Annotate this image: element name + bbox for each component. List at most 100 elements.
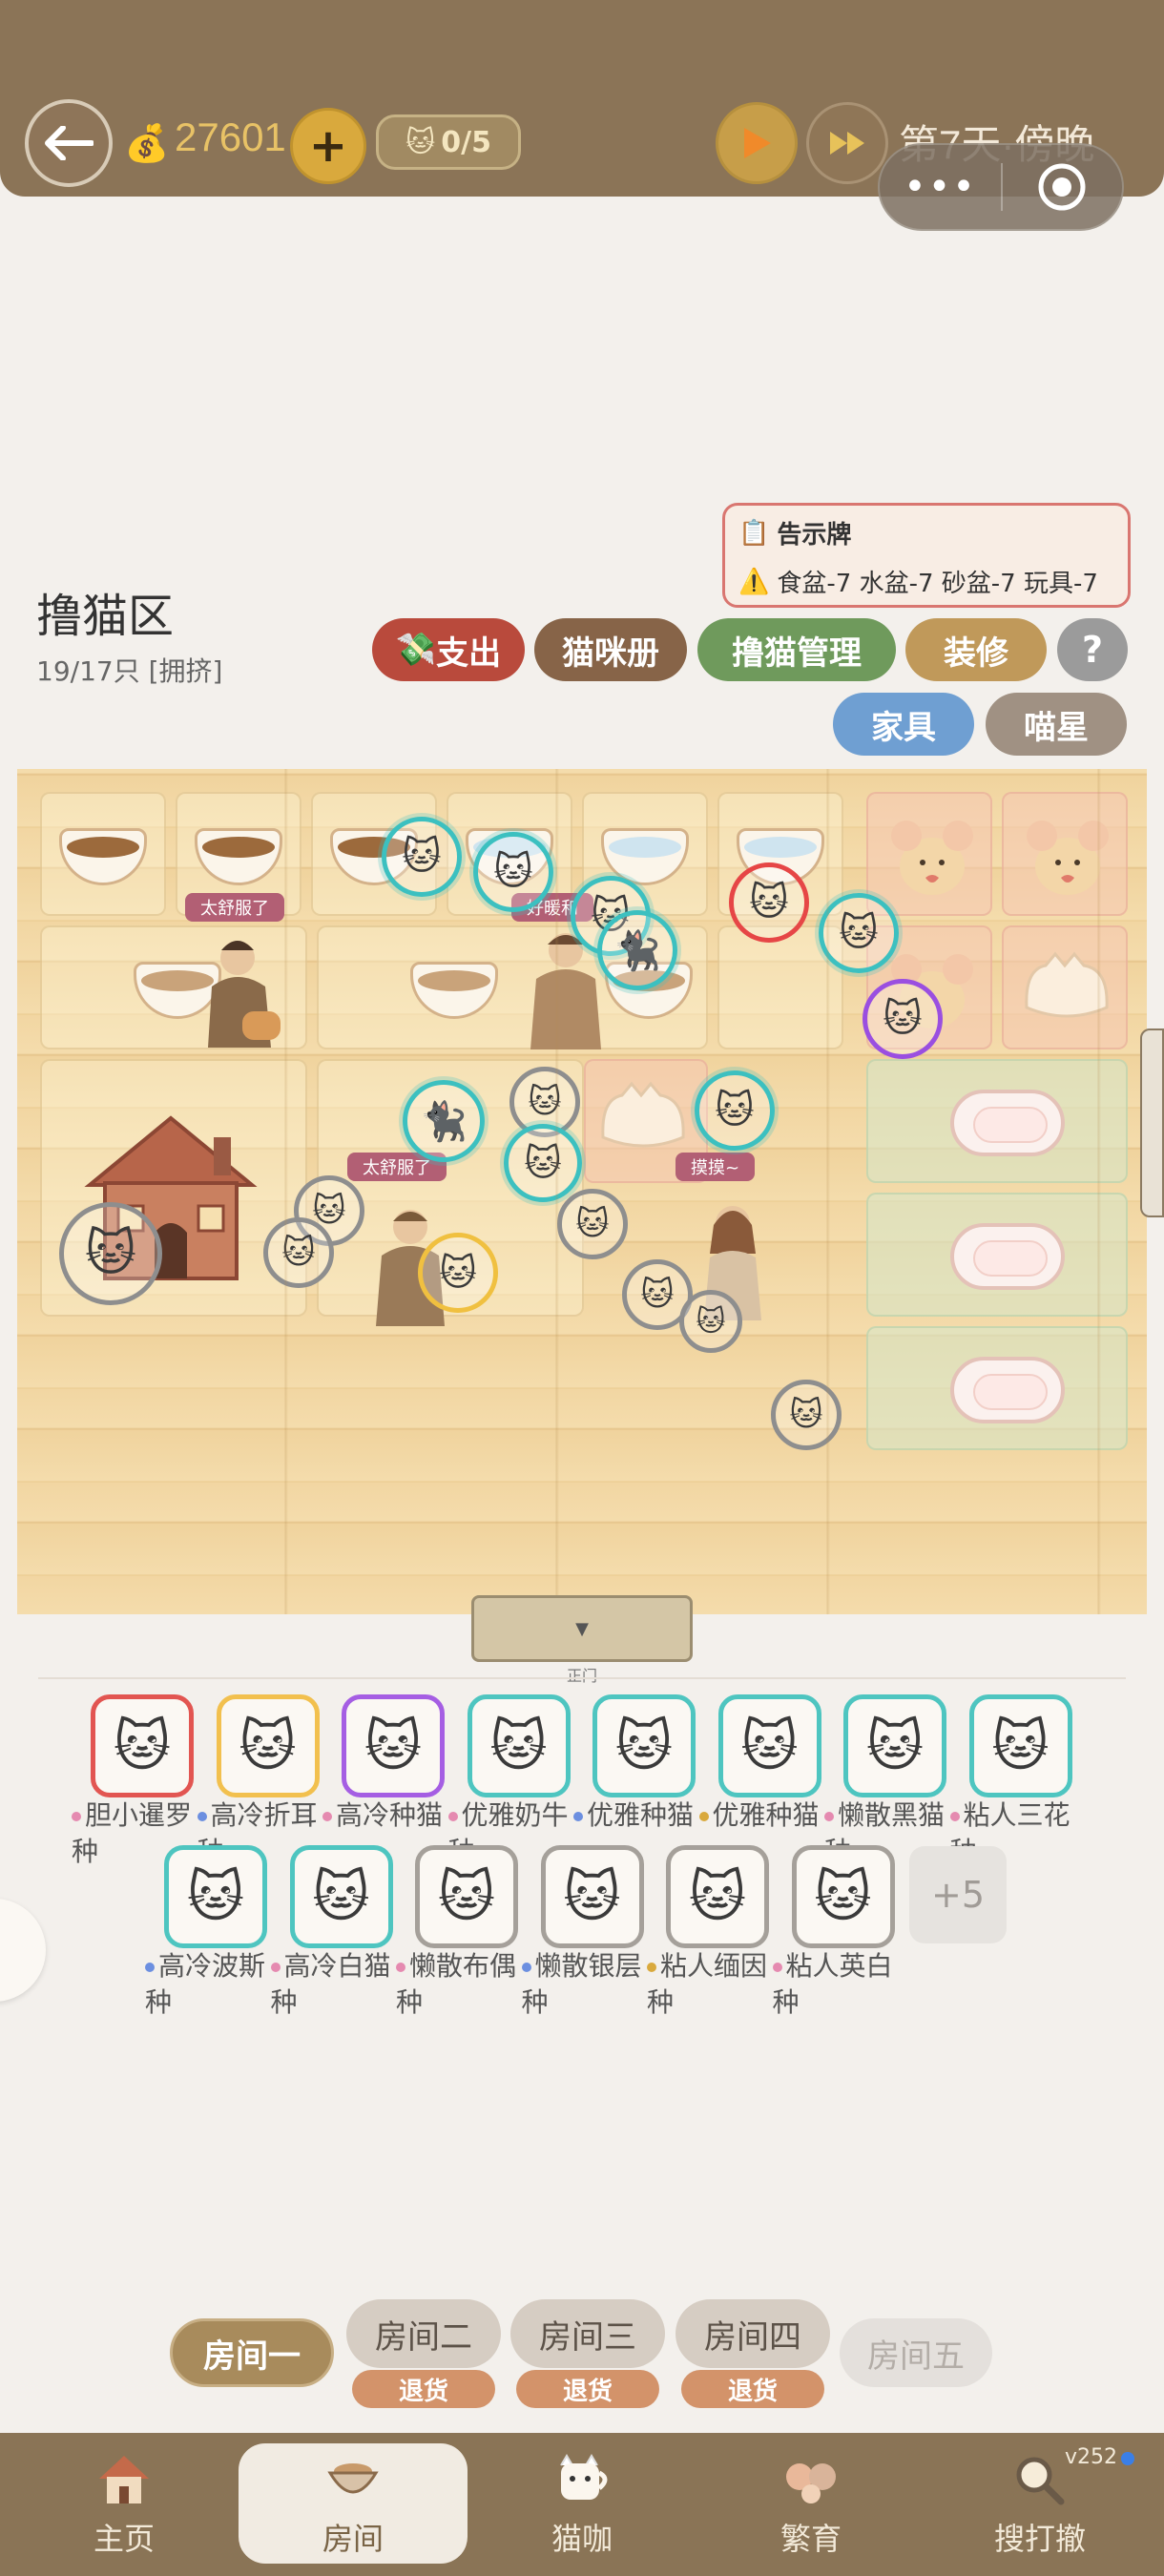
cat-card[interactable]: 🐱 [843,1694,946,1797]
water-bowl-tile[interactable] [447,792,572,916]
cat-token[interactable]: 🐈‍⬛ [403,1080,485,1162]
side-drawer-handle[interactable] [1140,1028,1164,1217]
cat-bed-tile[interactable] [1002,925,1128,1049]
expense-button[interactable]: 💸 支出 [372,618,525,681]
nav-search[interactable]: 搜打撤 [925,2433,1154,2576]
refund-button[interactable]: 退货 [352,2370,495,2408]
toy-tile[interactable] [866,792,992,916]
catbook-button[interactable]: 猫咪册 [534,618,687,681]
cat-token[interactable]: 🐱 [729,862,809,943]
cat-token[interactable]: 🐱 [504,1124,582,1202]
cat-card[interactable]: 🐱 [592,1694,696,1797]
cat-token[interactable]: 🐱 [571,876,651,956]
cat-token[interactable]: 🐈‍⬛ [597,910,677,990]
toy-tile[interactable] [866,925,992,1049]
food-bowl-tile[interactable] [176,792,301,916]
cat-token[interactable]: 🐱 [863,979,943,1059]
customer-figure[interactable] [513,922,618,1055]
cat-card[interactable]: 🐱 [666,1845,769,1948]
refund-button[interactable]: 退货 [516,2370,659,2408]
cat-card[interactable]: 🐱 [289,1845,393,1948]
cat-name: 懒散布偶种 [396,1948,539,2021]
cat-token[interactable]: 🐱 [819,893,899,973]
nav-cafe[interactable]: 猫咖 [468,2433,696,2576]
cat-bed-tile[interactable] [584,1059,708,1183]
room-tab-1[interactable]: 房间一 [170,2318,334,2387]
cat-capacity-badge[interactable]: 🐱 0/5 [376,114,521,170]
cat-token[interactable]: 🐱 [557,1189,628,1259]
room-tab-2[interactable]: 房间二 [346,2299,501,2368]
cat-card[interactable]: 🐱 [91,1694,194,1797]
floating-helper-bubble[interactable] [0,1899,46,2002]
decorate-label: 装修 [944,634,1008,673]
siamese-cat-icon: 🐱 [883,997,923,1041]
back-button[interactable] [25,99,113,187]
cat-card[interactable]: 🐱 [342,1694,445,1797]
more-cats-button[interactable]: +5 [909,1846,1007,1943]
cat-name-text: 高冷白猫种 [270,1950,391,2018]
litter-bowl-icon [605,962,693,1019]
bed-tile[interactable] [866,1326,1128,1450]
help-button[interactable]: ? [1057,618,1128,681]
cat-house-tile[interactable] [40,1059,307,1317]
litter-tile[interactable] [317,925,708,1049]
bed-tile[interactable] [866,1193,1128,1317]
cat-token[interactable]: 🐱 [509,1067,580,1137]
cat-card[interactable]: 🐱 [717,1694,821,1797]
collapse-button[interactable]: ▼ [471,1595,693,1662]
area-cat-count: 19/17只 [拥挤] [36,655,223,687]
cat-token[interactable]: 🐱 [382,817,462,897]
cat-card[interactable]: 🐱 [791,1845,895,1948]
notice-board[interactable]: 📋 告示牌 ⚠️ 食盆-7 水盆-7 砂盆-7 玩具-7 [722,503,1131,608]
empty-tile[interactable] [717,925,843,1049]
cat-token[interactable]: 🐱 [418,1233,498,1313]
meow-star-button[interactable]: 喵星 [986,693,1127,756]
water-bowl-tile[interactable] [582,792,708,916]
pet-management-button[interactable]: 撸猫管理 [697,618,896,681]
close-miniprogram-button[interactable] [1003,162,1122,212]
cat-token[interactable]: 🐱 [695,1070,775,1151]
white-cat-icon: 🐱 [640,1276,675,1314]
room-tab-3[interactable]: 房间三 [510,2299,665,2368]
cat-token[interactable]: 🐱 [59,1202,162,1305]
toy-tile[interactable] [1002,792,1128,916]
room-tab-4[interactable]: 房间四 [676,2299,830,2368]
refund-button[interactable]: 退货 [681,2370,824,2408]
customer-figure[interactable] [195,929,300,1053]
cat-card[interactable]: 🐱 [164,1845,267,1948]
cat-card[interactable]: 🐱 [216,1694,320,1797]
warning-icon: ⚠️ [738,567,770,596]
cat-card[interactable]: 🐱 [467,1694,571,1797]
cat-token[interactable]: 🐱 [679,1290,742,1353]
blue-cat-icon: 🐱 [575,1205,610,1243]
cat-token[interactable]: 🐱 [263,1217,334,1288]
cat-card[interactable]: 🐱 [540,1845,644,1948]
cat-card[interactable]: 🐱 [968,1694,1072,1797]
cat-play-area[interactable]: 太舒服了 好暖和 太舒服了 摸摸~ 🐱 🐱 🐱 🐈‍⬛ 🐱 🐱 🐱 🐈‍⬛ 🐱 … [17,769,1147,1614]
fast-forward-button[interactable] [806,102,888,184]
customer-figure[interactable] [685,1196,780,1330]
food-bowl-tile[interactable] [40,792,166,916]
cat-token[interactable]: 🐱 [473,832,553,912]
cat-portrait-icon: 🐱 [186,1864,245,1929]
bed-tile[interactable] [866,1059,1128,1183]
empty-tile[interactable] [317,1059,584,1317]
furniture-label: 家具 [871,708,936,747]
customer-figure[interactable] [363,1198,468,1332]
nav-home[interactable]: 主页 [10,2433,239,2576]
food-bowl-tile[interactable] [311,792,437,916]
cat-token[interactable]: 🐱 [622,1259,693,1330]
more-cats-count: +5 [930,1874,986,1916]
furniture-button[interactable]: 家具 [833,693,974,756]
nav-breed[interactable]: 繁育 [696,2433,925,2576]
cat-token[interactable]: 🐱 [294,1175,364,1246]
more-menu-icon[interactable]: ••• [880,165,1001,209]
add-coins-button[interactable]: + [290,108,366,184]
water-bowl-tile[interactable] [717,792,843,916]
cat-token[interactable]: 🐱 [771,1380,842,1450]
cat-card[interactable]: 🐱 [415,1845,518,1948]
litter-tile[interactable] [40,925,307,1049]
play-button[interactable] [716,102,798,184]
decorate-button[interactable]: 装修 [905,618,1047,681]
nav-room[interactable]: 房间 [239,2433,468,2576]
